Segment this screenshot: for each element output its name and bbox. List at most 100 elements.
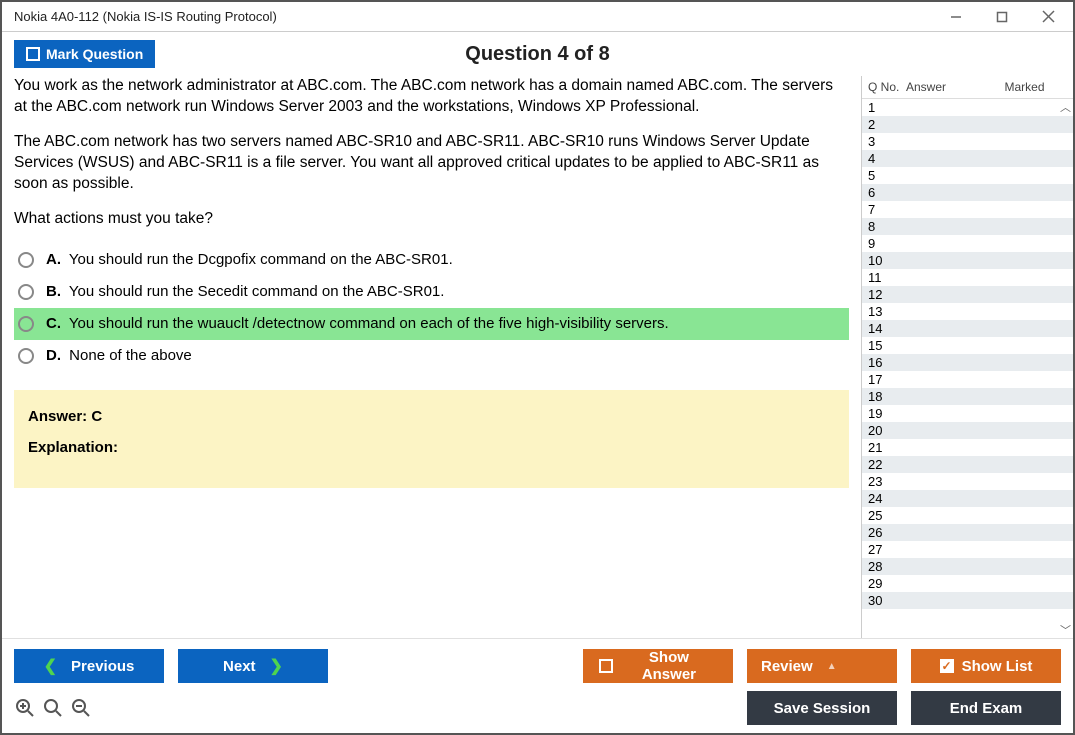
zoom-out-icon[interactable] <box>70 697 92 719</box>
qno-cell: 3 <box>868 134 906 149</box>
question-list[interactable]: ︿ ﹀ 123456789101112131415161718192021222… <box>862 99 1073 638</box>
question-list-row[interactable]: 27 <box>862 541 1073 558</box>
side-header: Q No. Answer Marked <box>862 76 1073 99</box>
question-list-row[interactable]: 28 <box>862 558 1073 575</box>
mark-question-button[interactable]: Mark Question <box>14 40 155 68</box>
maximize-button[interactable] <box>989 4 1015 30</box>
qno-cell: 1 <box>868 100 906 115</box>
qno-cell: 15 <box>868 338 906 353</box>
qno-cell: 28 <box>868 559 906 574</box>
question-list-row[interactable]: 7 <box>862 201 1073 218</box>
qno-cell: 9 <box>868 236 906 251</box>
qno-cell: 17 <box>868 372 906 387</box>
show-list-label: Show List <box>962 658 1033 675</box>
minimize-button[interactable] <box>943 4 969 30</box>
question-list-row[interactable]: 9 <box>862 235 1073 252</box>
qno-cell: 29 <box>868 576 906 591</box>
question-list-row[interactable]: 6 <box>862 184 1073 201</box>
qno-cell: 12 <box>868 287 906 302</box>
question-list-row[interactable]: 21 <box>862 439 1073 456</box>
checkbox-icon <box>599 659 613 673</box>
chevron-right-icon: ❯ <box>270 656 283 676</box>
option-d[interactable]: D. None of the above <box>14 340 849 372</box>
question-list-row[interactable]: 23 <box>862 473 1073 490</box>
option-letter: D. <box>46 347 61 364</box>
explanation-label: Explanation: <box>28 439 835 456</box>
question-list-row[interactable]: 13 <box>862 303 1073 320</box>
radio-icon <box>18 348 34 364</box>
show-answer-label: Show Answer <box>621 649 717 683</box>
qno-cell: 11 <box>868 270 906 285</box>
question-paragraph: You work as the network administrator at… <box>14 76 849 118</box>
previous-button[interactable]: ❮ Previous <box>14 649 164 683</box>
zoom-in-icon[interactable] <box>42 697 64 719</box>
question-list-row[interactable]: 29 <box>862 575 1073 592</box>
option-letter: A. <box>46 251 61 268</box>
question-list-row[interactable]: 12 <box>862 286 1073 303</box>
col-marked-header: Marked <box>976 80 1073 94</box>
question-list-row[interactable]: 15 <box>862 337 1073 354</box>
qno-cell: 23 <box>868 474 906 489</box>
qno-cell: 22 <box>868 457 906 472</box>
show-answer-button[interactable]: Show Answer <box>583 649 733 683</box>
question-list-row[interactable]: 26 <box>862 524 1073 541</box>
qno-cell: 19 <box>868 406 906 421</box>
qno-cell: 14 <box>868 321 906 336</box>
option-text: None of the above <box>69 347 192 364</box>
radio-icon <box>18 252 34 268</box>
qno-cell: 2 <box>868 117 906 132</box>
option-c[interactable]: C. You should run the wuauclt /detectnow… <box>14 308 849 340</box>
scroll-down-icon[interactable]: ﹀ <box>1060 622 1071 638</box>
zoom-controls <box>14 697 92 719</box>
question-list-row[interactable]: 2 <box>862 116 1073 133</box>
question-list-row[interactable]: 30 <box>862 592 1073 609</box>
previous-label: Previous <box>71 658 134 675</box>
qno-cell: 20 <box>868 423 906 438</box>
question-list-row[interactable]: 5 <box>862 167 1073 184</box>
zoom-reset-icon[interactable] <box>14 697 36 719</box>
col-answer-header: Answer <box>906 80 976 94</box>
question-list-row[interactable]: 4 <box>862 150 1073 167</box>
header-row: Mark Question Question 4 of 8 <box>2 32 1073 76</box>
question-content: You work as the network administrator at… <box>2 76 861 638</box>
question-list-row[interactable]: 25 <box>862 507 1073 524</box>
main-area: You work as the network administrator at… <box>2 76 1073 638</box>
close-button[interactable] <box>1035 4 1061 30</box>
qno-cell: 16 <box>868 355 906 370</box>
next-button[interactable]: Next ❯ <box>178 649 328 683</box>
end-exam-label: End Exam <box>950 700 1023 717</box>
question-list-row[interactable]: 18 <box>862 388 1073 405</box>
save-session-button[interactable]: Save Session <box>747 691 897 725</box>
qno-cell: 30 <box>868 593 906 608</box>
col-qno-header: Q No. <box>862 80 906 94</box>
question-list-row[interactable]: 20 <box>862 422 1073 439</box>
qno-cell: 8 <box>868 219 906 234</box>
question-list-row[interactable]: 17 <box>862 371 1073 388</box>
question-list-row[interactable]: 16 <box>862 354 1073 371</box>
question-list-row[interactable]: 24 <box>862 490 1073 507</box>
question-list-row[interactable]: 22 <box>862 456 1073 473</box>
question-list-row[interactable]: 11 <box>862 269 1073 286</box>
option-b[interactable]: B. You should run the Secedit command on… <box>14 276 849 308</box>
review-label: Review <box>761 658 813 675</box>
titlebar: Nokia 4A0-112 (Nokia IS-IS Routing Proto… <box>2 2 1073 32</box>
answer-explanation-box: Answer: C Explanation: <box>14 390 849 488</box>
qno-cell: 26 <box>868 525 906 540</box>
question-list-row[interactable]: 1 <box>862 99 1073 116</box>
qno-cell: 7 <box>868 202 906 217</box>
show-list-button[interactable]: ✓ Show List <box>911 649 1061 683</box>
question-list-row[interactable]: 10 <box>862 252 1073 269</box>
review-button[interactable]: Review ▲ <box>747 649 897 683</box>
scroll-up-icon[interactable]: ︿ <box>1060 99 1071 115</box>
question-list-row[interactable]: 3 <box>862 133 1073 150</box>
question-list-row[interactable]: 14 <box>862 320 1073 337</box>
question-list-row[interactable]: 8 <box>862 218 1073 235</box>
window-title: Nokia 4A0-112 (Nokia IS-IS Routing Proto… <box>14 9 277 24</box>
window-controls <box>943 4 1061 30</box>
question-list-row[interactable]: 19 <box>862 405 1073 422</box>
option-a[interactable]: A. You should run the Dcgpofix command o… <box>14 244 849 276</box>
qno-cell: 25 <box>868 508 906 523</box>
save-session-label: Save Session <box>774 700 871 717</box>
end-exam-button[interactable]: End Exam <box>911 691 1061 725</box>
dropdown-icon: ▲ <box>827 661 837 672</box>
